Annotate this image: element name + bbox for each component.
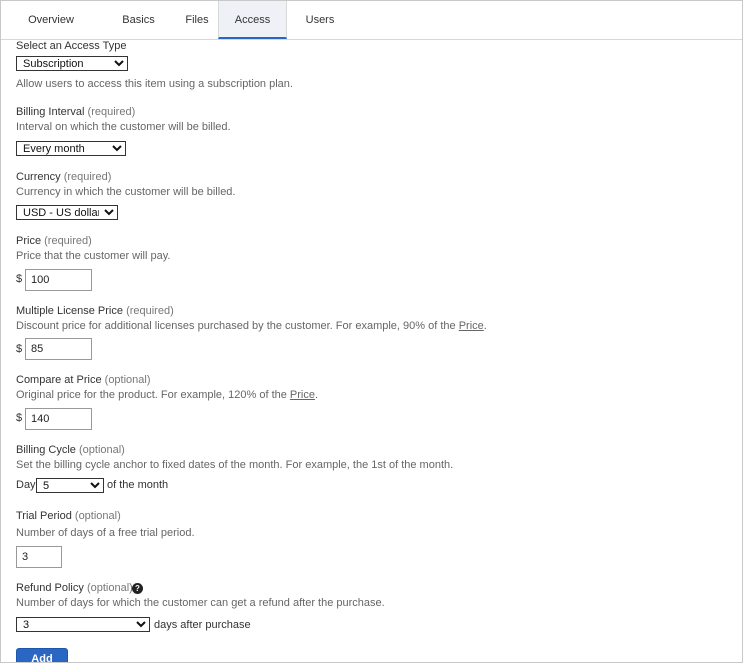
compare-price-description: Original price for the product. For exam… bbox=[16, 389, 319, 401]
access-type-select[interactable]: Subscription bbox=[16, 56, 128, 71]
optional-tag: (optional) bbox=[104, 374, 151, 386]
compare-price-input[interactable] bbox=[25, 408, 92, 430]
price-link[interactable]: Price bbox=[459, 320, 484, 332]
billing-cycle-suffix: of the month bbox=[107, 479, 169, 491]
billing-cycle-day-label: Day bbox=[16, 479, 36, 491]
required-tag: (required) bbox=[126, 305, 174, 317]
refund-policy-select[interactable]: 3 bbox=[16, 617, 150, 632]
multi-license-price-input[interactable] bbox=[25, 338, 92, 360]
refund-policy-label: Refund Policy (optional) bbox=[16, 582, 133, 594]
currency-description: Currency in which the customer will be b… bbox=[16, 186, 236, 198]
price-description: Price that the customer will pay. bbox=[16, 250, 171, 262]
refund-policy-description: Number of days for which the customer ca… bbox=[16, 597, 385, 609]
access-form: Select an Access Type Subscription Allow… bbox=[16, 1, 742, 662]
multi-license-price-label: Multiple License Price (required) bbox=[16, 305, 174, 317]
billing-cycle-day-select[interactable]: 5 bbox=[36, 478, 104, 493]
billing-cycle-label: Billing Cycle (optional) bbox=[16, 444, 125, 456]
access-type-description: Allow users to access this item using a … bbox=[16, 78, 293, 90]
required-tag: (required) bbox=[44, 235, 92, 247]
access-type-label: Select an Access Type bbox=[16, 40, 127, 52]
multi-license-currency-symbol: $ bbox=[16, 343, 23, 355]
billing-interval-label: Billing Interval (required) bbox=[16, 106, 136, 118]
price-label: Price (required) bbox=[16, 235, 92, 247]
multi-license-price-description: Discount price for additional licenses p… bbox=[16, 320, 487, 332]
price-currency-symbol: $ bbox=[16, 273, 23, 285]
price-input[interactable] bbox=[25, 269, 92, 291]
trial-period-label: Trial Period (optional) bbox=[16, 510, 121, 522]
question-circle-icon[interactable]: ? bbox=[132, 583, 143, 594]
billing-interval-description: Interval on which the customer will be b… bbox=[16, 121, 231, 133]
optional-tag: (optional) bbox=[74, 510, 121, 522]
price-link[interactable]: Price bbox=[290, 389, 315, 401]
required-tag: (required) bbox=[87, 106, 136, 118]
billing-interval-select[interactable]: Every month bbox=[16, 141, 126, 156]
currency-select[interactable]: USD - US dollar bbox=[16, 205, 118, 220]
compare-price-currency-symbol: $ bbox=[16, 412, 23, 424]
trial-period-description: Number of days of a free trial period. bbox=[16, 527, 195, 539]
billing-cycle-description: Set the billing cycle anchor to fixed da… bbox=[16, 459, 454, 471]
refund-policy-suffix: days after purchase bbox=[154, 619, 251, 631]
add-button[interactable]: Add bbox=[16, 648, 68, 662]
optional-tag: (optional) bbox=[78, 444, 125, 456]
required-tag: (required) bbox=[63, 171, 112, 183]
optional-tag: (optional) bbox=[86, 582, 133, 594]
currency-label: Currency (required) bbox=[16, 171, 112, 183]
compare-price-label: Compare at Price (optional) bbox=[16, 374, 151, 386]
trial-period-input[interactable] bbox=[16, 546, 62, 568]
access-settings-panel: Overview Basics Files Access Users Selec… bbox=[0, 0, 743, 663]
